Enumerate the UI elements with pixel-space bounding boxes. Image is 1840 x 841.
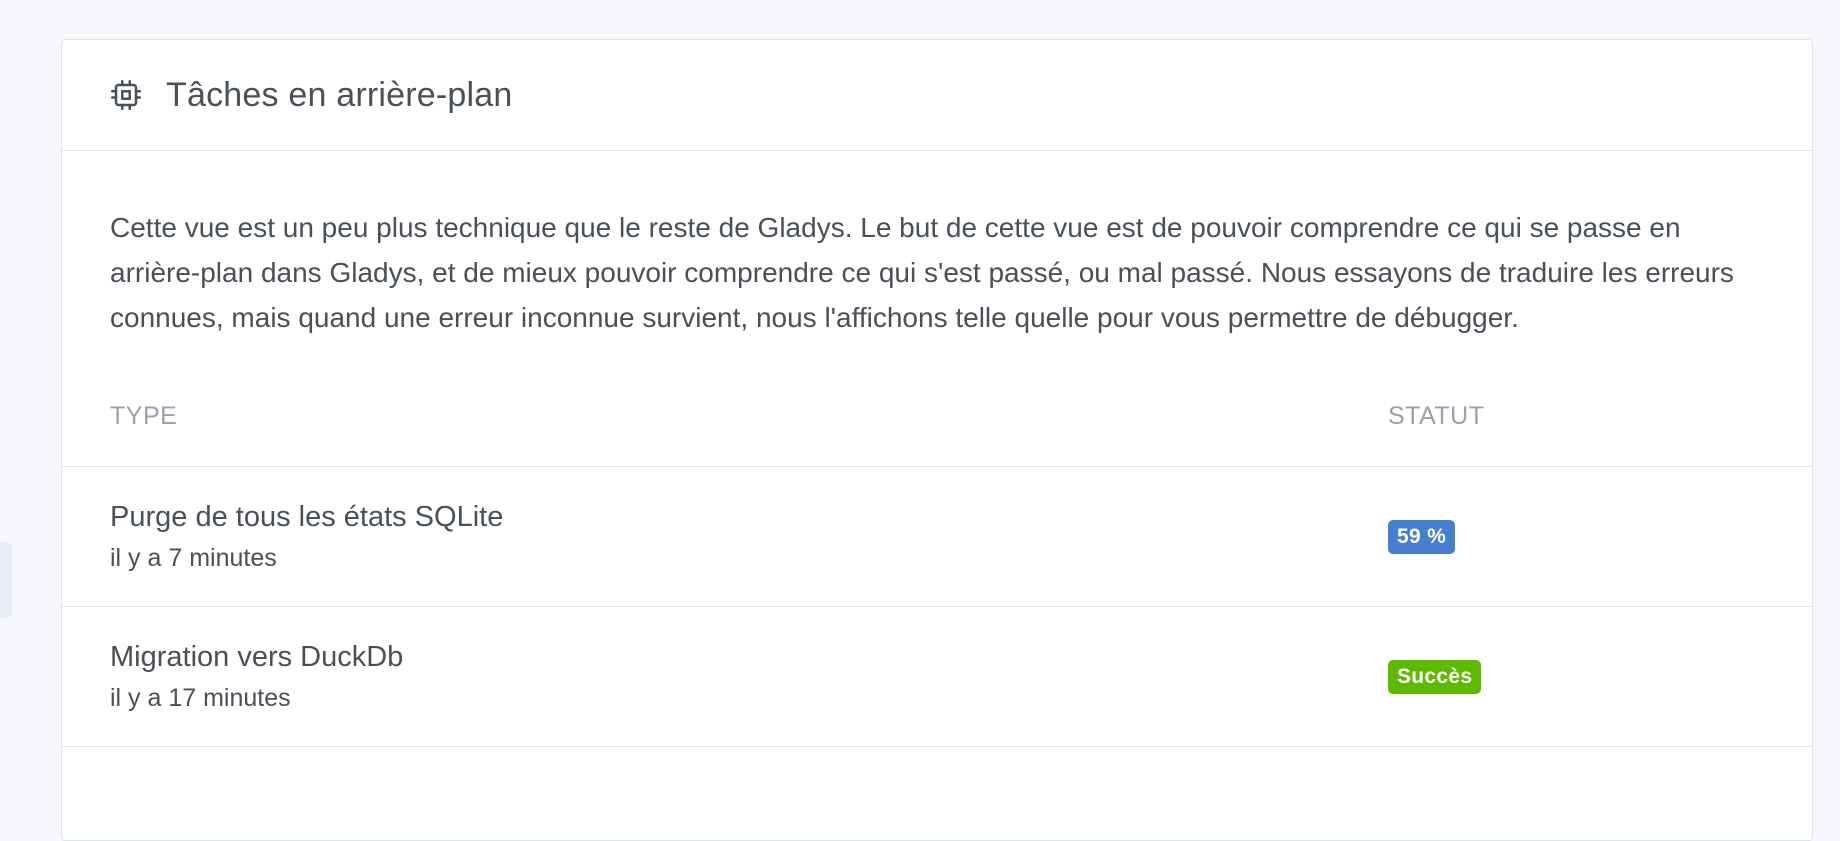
job-name: Purge de tous les états SQLite — [110, 500, 504, 533]
job-type-cell: Migration vers DuckDb il y a 17 minutes — [62, 641, 1388, 713]
description-text: Cette vue est un peu plus technique que … — [110, 212, 1734, 333]
job-time: il y a 17 minutes — [110, 683, 291, 712]
status-badge: Succès — [1388, 659, 1482, 694]
card-header: Tâches en arrière-plan — [62, 40, 1812, 151]
job-type-cell: Purge de tous les états SQLite il y a 7 … — [62, 501, 1388, 573]
job-name: Migration vers DuckDb — [110, 640, 404, 673]
table-header: Type Statut — [62, 398, 1812, 467]
table-row: Purge de tous les états SQLite il y a 7 … — [62, 467, 1812, 607]
column-header-status: Statut — [1388, 402, 1485, 430]
table-row: Migration vers DuckDb il y a 17 minutes … — [62, 607, 1812, 747]
job-time: il y a 7 minutes — [110, 543, 277, 572]
jobs-table: Type Statut Purge de tous les états SQLi… — [62, 398, 1812, 747]
status-badge: 59 % — [1388, 519, 1456, 554]
cpu-icon — [110, 79, 142, 111]
job-status-cell: Succès — [1388, 659, 1812, 694]
sidebar-edge — [0, 542, 12, 618]
column-header-type: Type — [110, 402, 178, 430]
job-status-cell: 59 % — [1388, 519, 1812, 554]
background-jobs-card: Tâches en arrière-plan Cette vue est un … — [61, 39, 1813, 841]
page-title: Tâches en arrière-plan — [166, 75, 513, 114]
